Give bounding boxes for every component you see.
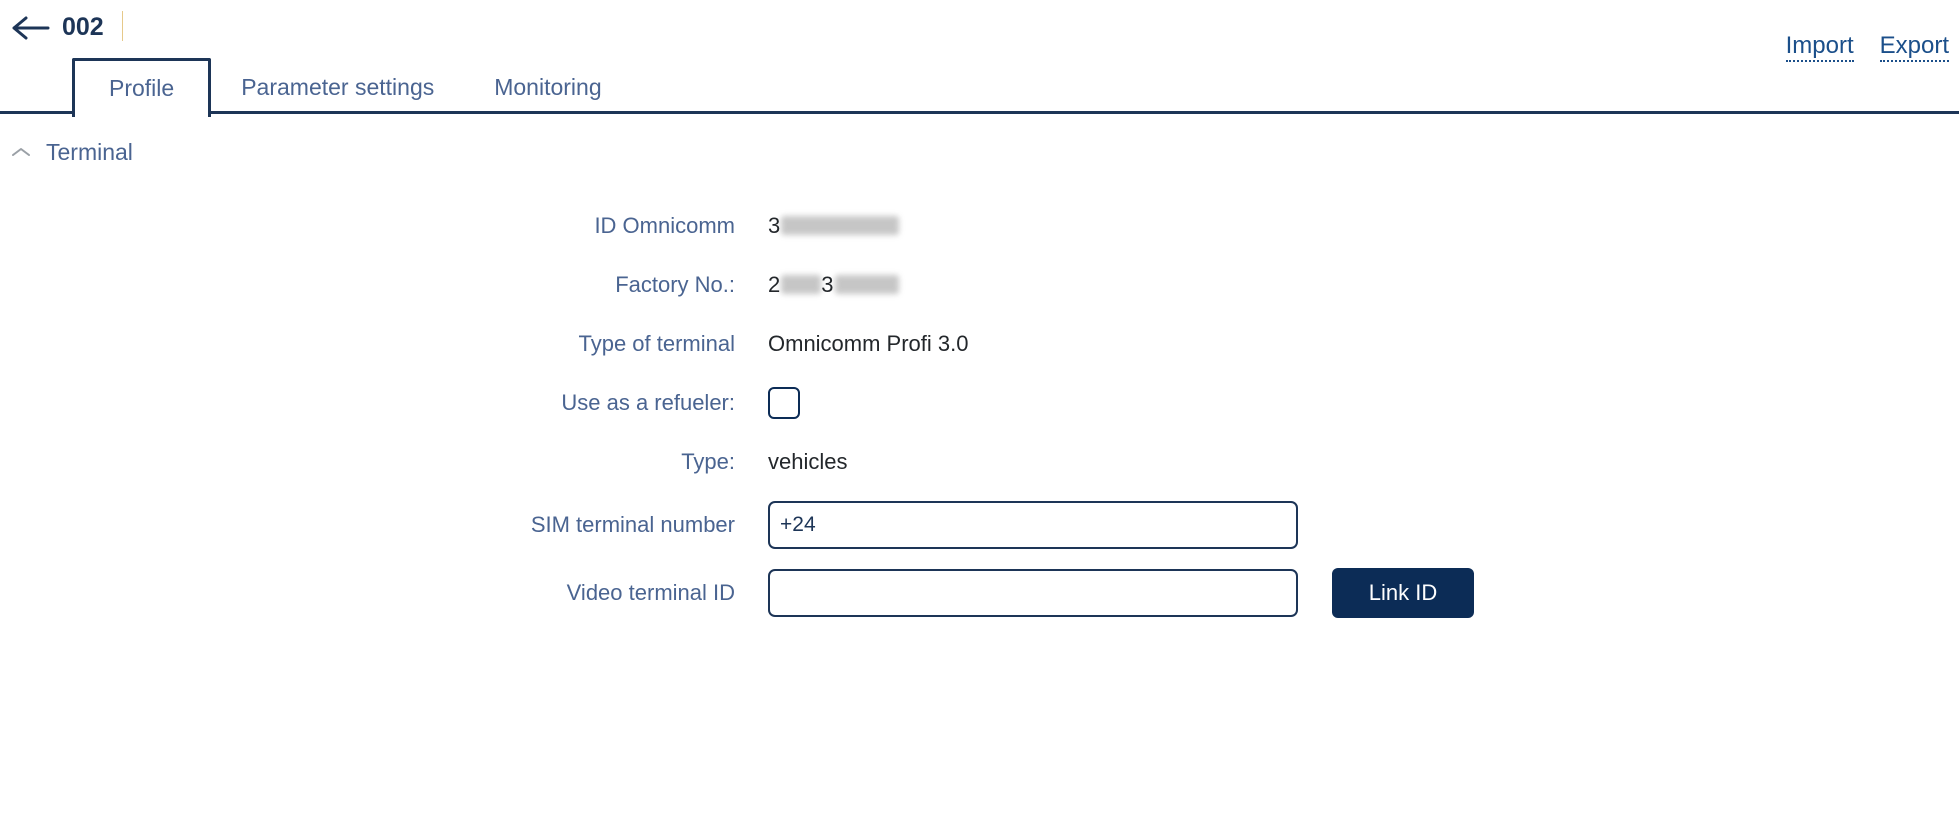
export-link[interactable]: Export: [1879, 33, 1949, 62]
sim-terminal-number-label: SIM terminal number: [530, 512, 735, 537]
redaction-block: [781, 216, 900, 235]
tab-bar: Profile Parameter settings Monitoring: [0, 58, 1959, 117]
form-row-id-omnicomm: ID Omnicomm 3: [0, 196, 1959, 255]
tab-parameter-settings[interactable]: Parameter settings: [211, 72, 464, 114]
type-of-terminal-label: Type of terminal: [578, 330, 735, 356]
terminal-section-header[interactable]: Terminal: [10, 138, 133, 166]
use-as-refueler-checkbox[interactable]: [768, 386, 800, 419]
tab-list: Profile Parameter settings Monitoring: [72, 58, 632, 117]
title-divider: [122, 11, 123, 41]
form-row-type-of-terminal: Type of terminal Omnicomm Profi 3.0: [0, 314, 1959, 373]
form-row-type: Type: vehicles: [0, 432, 1959, 491]
import-link[interactable]: Import: [1785, 33, 1854, 62]
video-terminal-id-input[interactable]: [768, 569, 1298, 617]
id-omnicomm-value-prefix: 3: [768, 212, 781, 238]
terminal-form: ID Omnicomm 3 Factory No.: 2 3 Type of t…: [0, 196, 1959, 627]
form-row-factory-no: Factory No.: 2 3: [0, 255, 1959, 314]
chevron-up-icon: [10, 141, 32, 163]
back-button[interactable]: [11, 8, 51, 48]
tab-monitoring[interactable]: Monitoring: [464, 72, 631, 114]
type-of-terminal-value: Omnicomm Profi 3.0: [768, 330, 969, 356]
page-title: 002: [62, 13, 104, 41]
id-omnicomm-value: 3: [768, 212, 900, 239]
link-id-button[interactable]: Link ID: [1332, 568, 1474, 618]
factory-no-label: Factory No.:: [615, 271, 735, 297]
factory-no-value: 2 3: [768, 272, 899, 298]
use-as-refueler-label: Use as a refueler:: [561, 389, 735, 415]
type-label: Type:: [681, 448, 735, 474]
type-value: vehicles: [768, 448, 848, 474]
form-row-video-terminal-id: Video terminal ID Link ID: [0, 559, 1959, 627]
video-terminal-id-label: Video terminal ID: [566, 580, 735, 605]
id-omnicomm-redacted-value: 3: [768, 212, 900, 239]
tab-profile[interactable]: Profile: [72, 58, 212, 117]
section-title: Terminal: [46, 139, 133, 165]
terminal-profile-page: 002 Import Export Profile Parameter sett…: [0, 0, 1959, 814]
sim-terminal-number-value: [768, 501, 1298, 549]
video-terminal-id-value: Link ID: [768, 568, 1474, 618]
form-row-sim-terminal-number: SIM terminal number: [0, 491, 1959, 559]
form-row-use-as-refueler: Use as a refueler:: [0, 373, 1959, 432]
factory-no-value-prefix: 2: [768, 271, 781, 297]
factory-no-redacted-value: 2 3: [768, 272, 899, 298]
id-omnicomm-label: ID Omnicomm: [594, 212, 735, 238]
use-as-refueler-value: [768, 386, 800, 419]
redaction-block: [834, 275, 899, 294]
redaction-block: [781, 275, 822, 294]
sim-terminal-number-input[interactable]: [768, 501, 1298, 549]
top-header-bar: 002 Import Export: [0, 0, 1959, 66]
header-actions: Import Export: [1785, 33, 1949, 62]
factory-no-value-mid: 3: [821, 271, 834, 297]
arrow-left-icon: [12, 15, 50, 41]
